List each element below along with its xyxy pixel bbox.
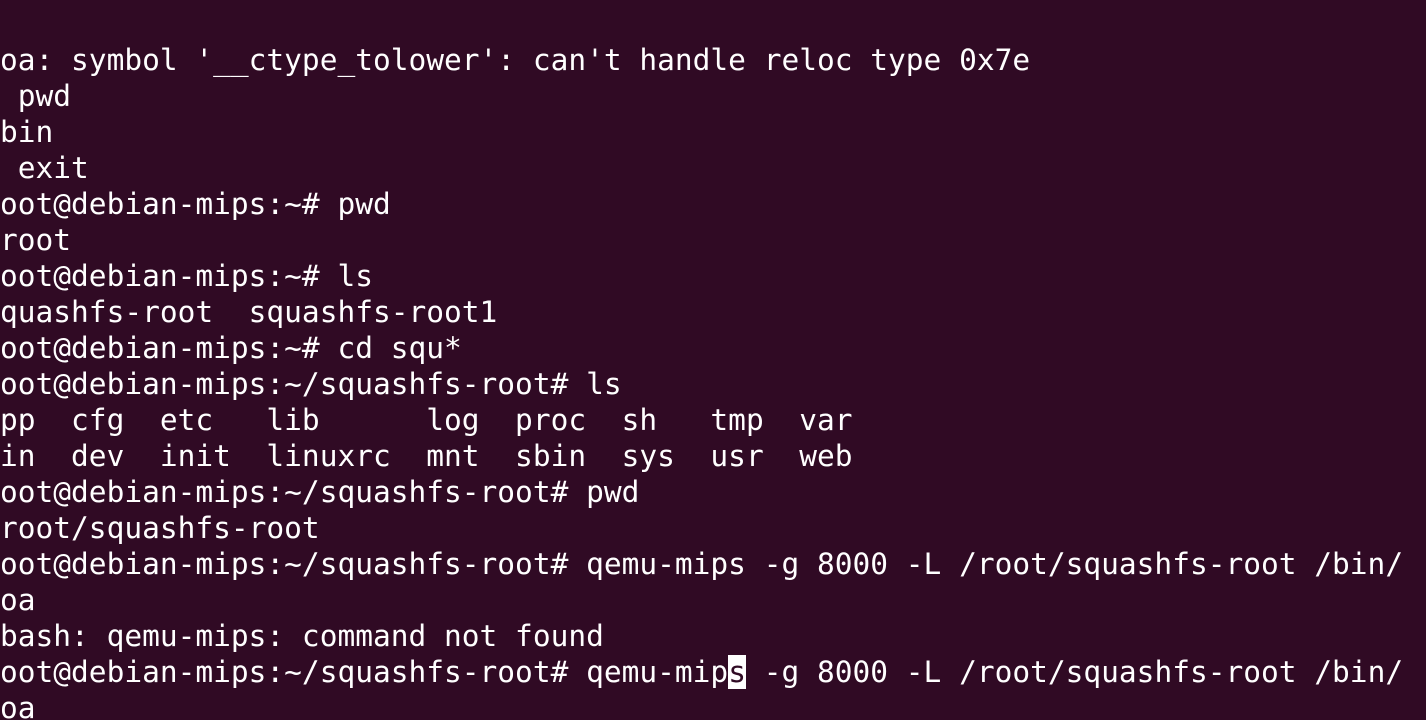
text-cursor: s (728, 655, 746, 689)
output-line: in dev init linuxrc mnt sbin sys usr web (0, 439, 853, 473)
output-line: oot@debian-mips:~/squashfs-root# qemu-mi… (0, 547, 1404, 581)
output-line: exit (0, 151, 89, 185)
output-line: oa (0, 583, 36, 617)
terminal-output: oa: symbol '__ctype_tolower': can't hand… (0, 42, 1403, 720)
output-line: root/squashfs-root (0, 511, 320, 545)
input-text-before-cursor: oot@debian-mips:~/squashfs-root# qemu-mi… (0, 655, 729, 689)
output-line: oot@debian-mips:~# cd squ* (0, 331, 462, 365)
output-line: oa: symbol '__ctype_tolower': can't hand… (0, 43, 1031, 77)
output-line: root (0, 223, 72, 257)
output-line: bin (0, 115, 54, 149)
output-line: bash: qemu-mips: command not found (0, 619, 604, 653)
output-line: oot@debian-mips:~/squashfs-root# pwd (0, 475, 640, 509)
output-line: oot@debian-mips:~/squashfs-root# ls (0, 367, 622, 401)
terminal-window[interactable]: oa: symbol '__ctype_tolower': can't hand… (0, 0, 1426, 720)
output-line: quashfs-root squashfs-root1 (0, 295, 498, 329)
output-line: oot@debian-mips:~# pwd (0, 187, 391, 221)
output-line: pwd (0, 79, 72, 113)
output-line: oa (0, 691, 36, 720)
command-input-line[interactable]: oot@debian-mips:~/squashfs-root# qemu-mi… (0, 654, 1403, 690)
input-text-after-cursor: -g 8000 -L /root/squashfs-root /bin/ (745, 655, 1404, 689)
output-line: pp cfg etc lib log proc sh tmp var (0, 403, 853, 437)
output-line: oot@debian-mips:~# ls (0, 259, 373, 293)
